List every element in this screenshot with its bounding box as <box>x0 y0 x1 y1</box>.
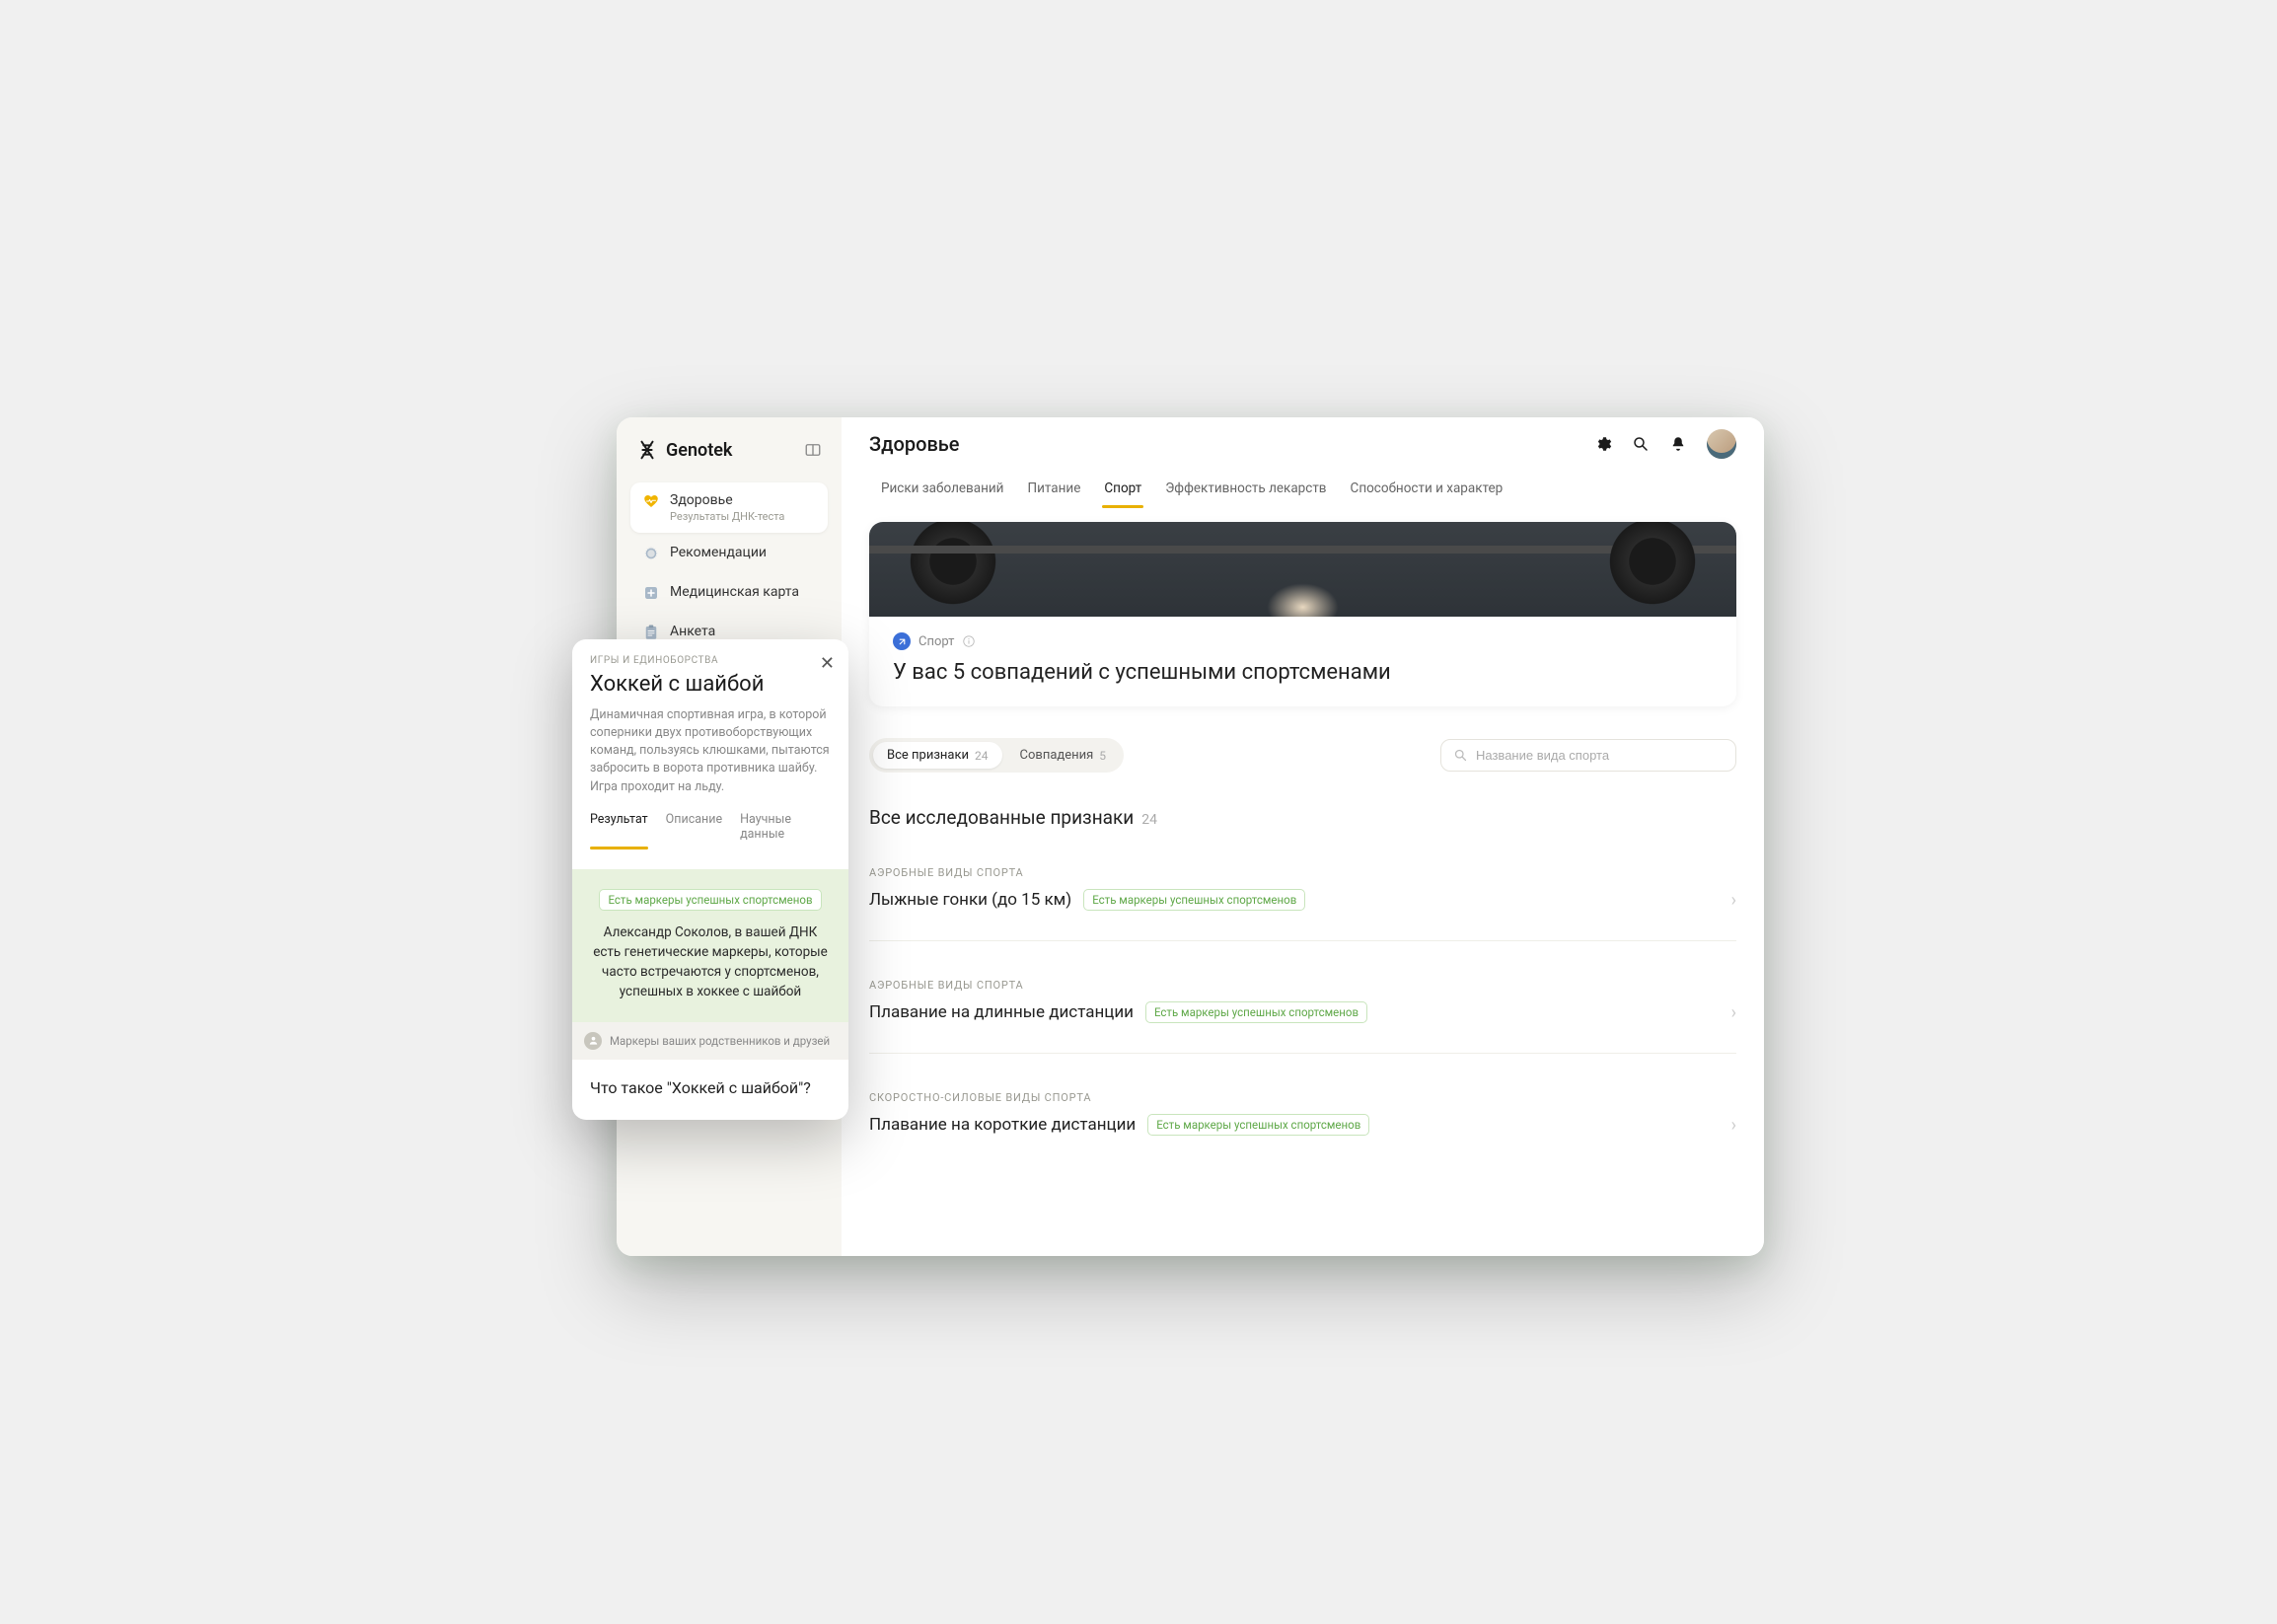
sidebar-item-recommendations[interactable]: Рекомендации <box>630 535 828 572</box>
trait-name: Плавание на короткие дистанции <box>869 1115 1136 1135</box>
gear-icon <box>1594 435 1612 453</box>
hero-image <box>869 522 1736 617</box>
hero-badge-label: Спорт <box>918 634 954 649</box>
modal-title: Хоккей с шайбой <box>590 672 831 697</box>
settings-button[interactable] <box>1594 435 1612 453</box>
search-input-wrapper[interactable] <box>1440 739 1736 772</box>
marker-badge: Есть маркеры успешных спортсменов <box>1145 1001 1367 1023</box>
trait-detail-card: ✕ ИГРЫ И ЕДИНОБОРСТВА Хоккей с шайбой Ди… <box>572 639 848 1120</box>
profile-avatar[interactable] <box>1707 429 1736 459</box>
topbar: Здоровье <box>842 417 1764 471</box>
person-icon <box>584 1032 602 1050</box>
sidebar-item-label: Медицинская карта <box>670 584 799 600</box>
badge-icon <box>642 545 660 562</box>
sidebar-item-label: Анкета <box>670 624 715 639</box>
filter-pills: Все признаки 24 Совпадения 5 <box>869 738 1124 773</box>
modal-tab-description[interactable]: Описание <box>666 812 722 849</box>
bell-icon <box>1669 435 1687 453</box>
trait-category: АЭРОБНЫЕ ВИДЫ СПОРТА <box>869 866 1736 879</box>
chevron-right-icon: › <box>1731 1115 1736 1136</box>
search-icon <box>1632 435 1650 453</box>
pill-all-traits[interactable]: Все признаки 24 <box>873 742 1002 769</box>
tab-nutrition[interactable]: Питание <box>1015 471 1092 508</box>
sidebar-item-sublabel: Результаты ДНК-теста <box>670 510 784 523</box>
info-icon[interactable] <box>962 634 976 648</box>
trait-name: Лыжные гонки (до 15 км) <box>869 890 1071 910</box>
sidebar-item-medical[interactable]: Медицинская карта <box>630 574 828 612</box>
sport-badge-icon <box>893 632 911 650</box>
trait-category: СКОРОСТНО-СИЛОВЫЕ ВИДЫ СПОРТА <box>869 1091 1736 1104</box>
heart-icon <box>642 492 660 510</box>
modal-result-block: Есть маркеры успешных спортсменов Алекса… <box>572 869 848 1022</box>
trait-name: Плавание на длинные дистанции <box>869 1002 1134 1022</box>
page-title: Здоровье <box>869 432 960 456</box>
section-heading: Все исследованные признаки 24 <box>869 806 1736 829</box>
main-content: Здоровье Риски заболеваний Питание <box>842 417 1764 1256</box>
chevron-right-icon: › <box>1731 1002 1736 1023</box>
modal-category: ИГРЫ И ЕДИНОБОРСТВА <box>590 655 831 666</box>
search-icon <box>1453 748 1468 763</box>
trait-row[interactable]: Плавание на короткие дистанции Есть марк… <box>869 1114 1736 1136</box>
trait-row[interactable]: Лыжные гонки (до 15 км) Есть маркеры усп… <box>869 889 1736 911</box>
layout-toggle-icon[interactable] <box>804 441 822 459</box>
relatives-row[interactable]: Маркеры ваших родственников и друзей <box>572 1022 848 1060</box>
brand-logo[interactable]: Genotek <box>636 439 732 461</box>
sidebar-item-health[interactable]: Здоровье Результаты ДНК-теста <box>630 482 828 533</box>
modal-tab-result[interactable]: Результат <box>590 812 648 849</box>
chevron-right-icon: › <box>1731 890 1736 911</box>
modal-what-heading: Что такое "Хоккей с шайбой"? <box>572 1060 848 1121</box>
marker-badge: Есть маркеры успешных спортсменов <box>1147 1114 1369 1136</box>
tab-abilities[interactable]: Способности и характер <box>1339 471 1515 508</box>
modal-tab-science[interactable]: Научные данные <box>740 812 831 849</box>
notifications-button[interactable] <box>1669 435 1687 453</box>
brand-name: Genotek <box>666 440 732 461</box>
marker-badge: Есть маркеры успешных спортсменов <box>599 889 821 911</box>
modal-description: Динамичная спортивная игра, в которой со… <box>590 706 831 796</box>
close-button[interactable]: ✕ <box>820 653 835 674</box>
marker-badge: Есть маркеры успешных спортсменов <box>1083 889 1305 911</box>
sidebar-item-label: Здоровье <box>670 492 784 508</box>
sidebar-item-label: Рекомендации <box>670 545 767 560</box>
tabs: Риски заболеваний Питание Спорт Эффектив… <box>842 471 1764 508</box>
tab-sport[interactable]: Спорт <box>1092 471 1153 508</box>
trait-row[interactable]: Плавание на длинные дистанции Есть марке… <box>869 1001 1736 1023</box>
hero-title: У вас 5 совпадений с успешными спортсмен… <box>893 660 1713 685</box>
modal-result-text: Александр Соколов, в вашей ДНК есть гене… <box>590 923 831 1002</box>
search-button[interactable] <box>1632 435 1650 453</box>
relatives-label: Маркеры ваших родственников и друзей <box>610 1034 830 1048</box>
trait-category: АЭРОБНЫЕ ВИДЫ СПОРТА <box>869 979 1736 992</box>
sport-search-input[interactable] <box>1476 748 1724 763</box>
tab-drugs[interactable]: Эффективность лекарств <box>1153 471 1338 508</box>
medical-card-icon <box>642 584 660 602</box>
hero-card: Спорт У вас 5 совпадений с успешными спо… <box>869 522 1736 706</box>
tab-risks[interactable]: Риски заболеваний <box>869 471 1015 508</box>
pill-matches[interactable]: Совпадения 5 <box>1006 742 1121 769</box>
dna-logo-icon <box>636 439 658 461</box>
